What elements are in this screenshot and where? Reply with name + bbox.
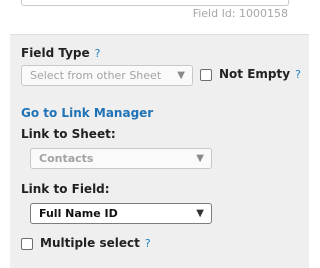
multiple-select-help-icon[interactable]: ? xyxy=(145,237,151,250)
field-settings-panel: Field Type? Select from other Sheet ▼ No… xyxy=(10,34,309,268)
multiple-select-checkbox[interactable] xyxy=(21,238,33,250)
field-type-select-value: Select from other Sheet xyxy=(30,69,162,82)
not-empty-label-text: Not Empty xyxy=(219,67,291,81)
field-id-text: Field Id: 1000158 xyxy=(192,7,288,20)
link-to-field-value: Full Name ID xyxy=(39,207,118,220)
field-type-help-icon[interactable]: ? xyxy=(95,47,101,60)
field-type-label: Field Type? xyxy=(21,46,101,60)
chevron-down-icon: ▼ xyxy=(196,153,204,164)
not-empty-label: Not Empty? xyxy=(219,67,301,81)
not-empty-help-icon[interactable]: ? xyxy=(295,68,301,81)
link-to-field-label: Link to Field: xyxy=(21,182,110,196)
link-to-field-select[interactable]: Full Name ID ▼ xyxy=(30,203,212,224)
previous-field-input[interactable] xyxy=(21,0,289,6)
not-empty-checkbox[interactable] xyxy=(200,69,212,81)
multiple-select-label-text: Multiple select xyxy=(40,236,140,250)
multiple-select-label: Multiple select? xyxy=(40,236,151,250)
link-to-sheet-value: Contacts xyxy=(39,152,94,165)
field-type-label-text: Field Type xyxy=(21,46,90,60)
field-type-select[interactable]: Select from other Sheet ▼ xyxy=(21,65,193,86)
link-to-sheet-label: Link to Sheet: xyxy=(21,127,116,141)
chevron-down-icon: ▼ xyxy=(177,70,185,81)
link-manager-link[interactable]: Go to Link Manager xyxy=(21,106,153,120)
link-to-sheet-select: Contacts ▼ xyxy=(30,148,212,169)
chevron-down-icon: ▼ xyxy=(196,208,204,219)
